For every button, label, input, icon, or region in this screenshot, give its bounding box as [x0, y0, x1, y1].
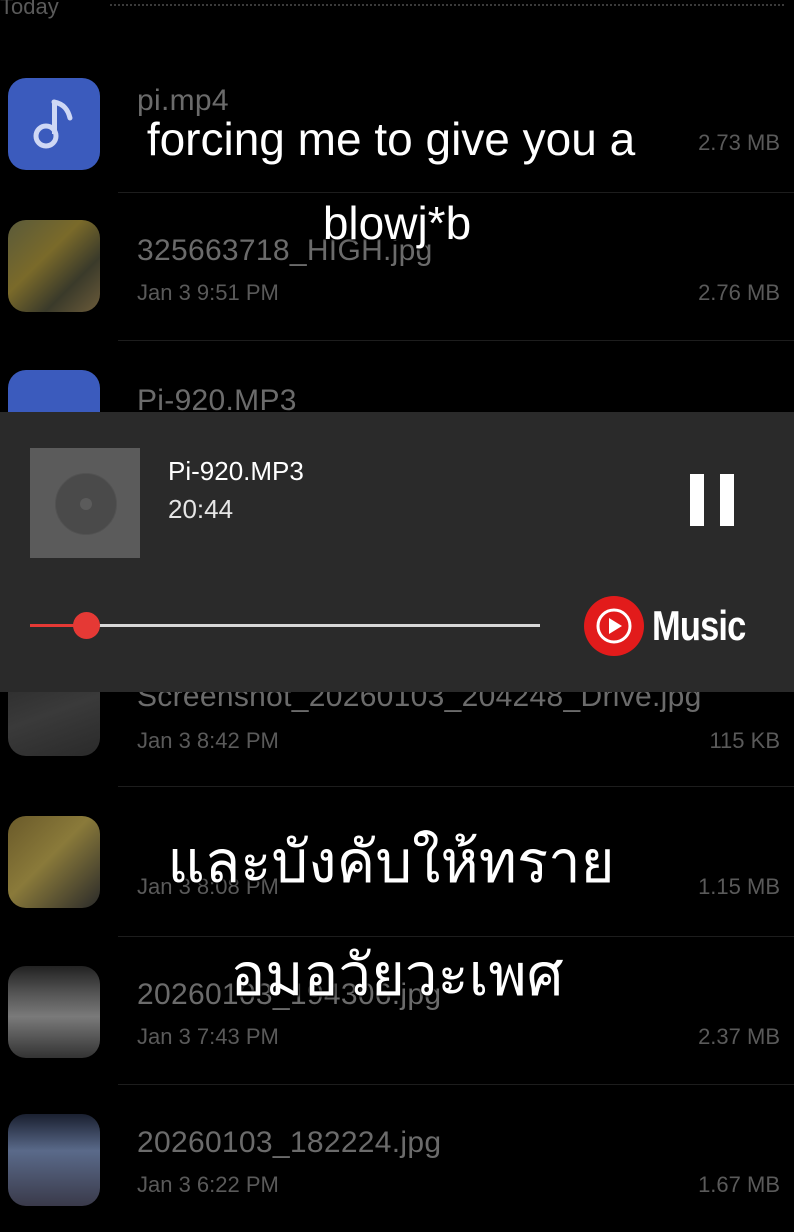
youtube-music-logo-icon — [584, 596, 644, 656]
file-date: Jan 3 8:42 PM — [137, 728, 279, 753]
pause-icon[interactable] — [688, 474, 736, 526]
seek-bar-handle[interactable] — [73, 612, 101, 639]
disc-icon — [55, 473, 117, 535]
file-size: 115 KB — [709, 728, 780, 753]
file-name: 20260103_182224.jpg — [137, 1126, 442, 1159]
file-size: 2.37 MB — [698, 1024, 780, 1049]
brand-label: Music — [652, 602, 746, 649]
file-date: Jan 3 7:43 PM — [137, 1024, 279, 1049]
track-title: Pi-920.MP3 — [168, 456, 304, 486]
track-time: 20:44 — [168, 494, 234, 524]
file-row[interactable]: 20260103_182224.jpg Jan 3 6:22 PM 1.67 M… — [0, 1084, 794, 1232]
section-divider — [110, 4, 784, 6]
file-date: Jan 3 9:51 PM — [137, 280, 279, 305]
seek-bar[interactable] — [30, 612, 540, 639]
caption-line-2: blowj*b — [322, 197, 472, 249]
caption-line-4: อมอวัยวะเพศ — [230, 943, 564, 1008]
album-art — [30, 448, 140, 558]
file-size: 1.67 MB — [698, 1172, 780, 1197]
section-header-label: Today — [0, 0, 59, 19]
file-date: Jan 3 6:22 PM — [137, 1172, 279, 1197]
caption-line-3: และบังคับให้ทราย — [167, 830, 615, 895]
section-header: Today — [0, 0, 794, 19]
file-size: 2.76 MB — [698, 280, 780, 305]
mini-player[interactable]: Pi-920.MP3 20:44 Music — [0, 412, 794, 692]
caption-line-1: forcing me to give you a — [146, 113, 636, 165]
photo-thumbnail — [8, 1114, 100, 1206]
